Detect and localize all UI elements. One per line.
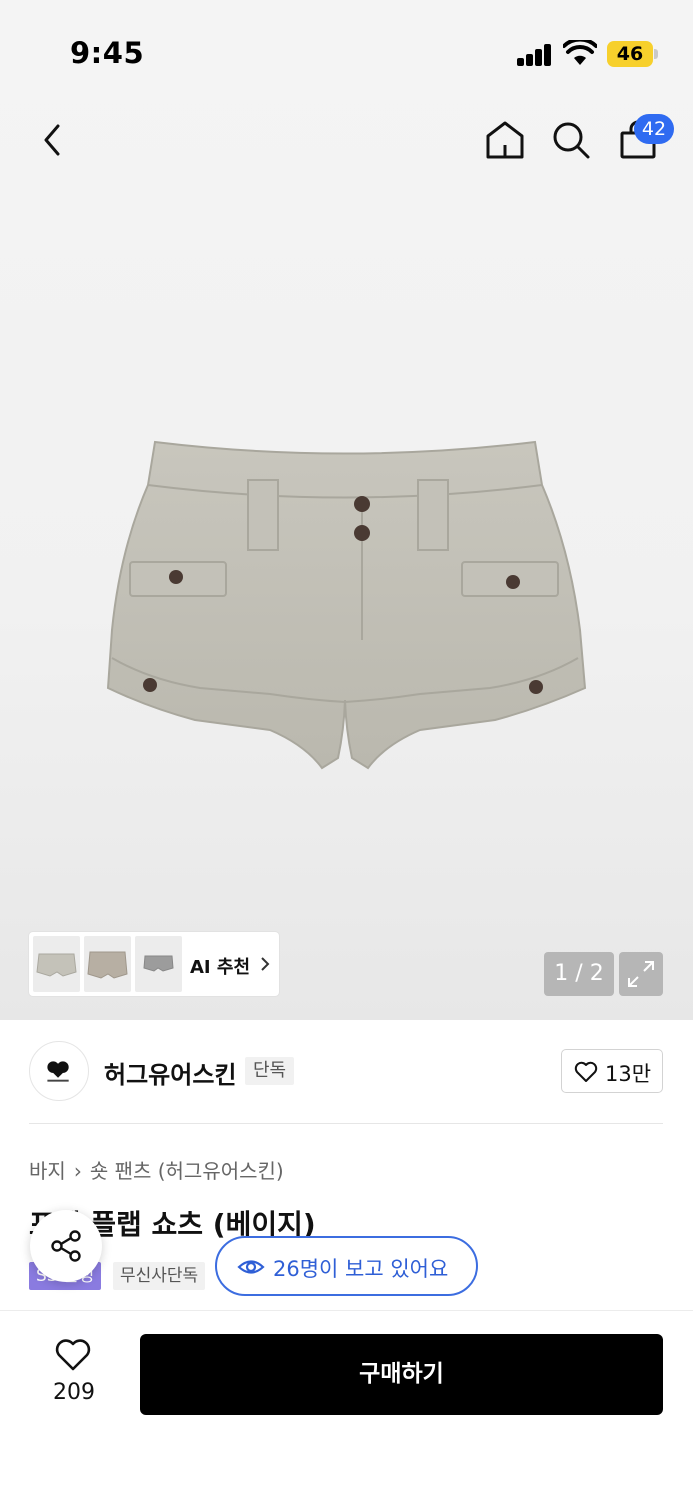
ai-recommend-label[interactable]: AI 추천 xyxy=(190,953,250,979)
search-icon[interactable] xyxy=(551,119,591,161)
expand-button[interactable] xyxy=(619,952,663,996)
signal-icon xyxy=(517,44,553,66)
battery-icon: 46 xyxy=(607,41,658,67)
home-icon[interactable] xyxy=(484,119,526,161)
breadcrumb-item[interactable]: 숏 팬츠 (허그유어스킨) xyxy=(90,1159,284,1183)
brand-like-count: 13만 xyxy=(605,1062,652,1086)
back-icon[interactable] xyxy=(36,120,70,160)
share-button[interactable] xyxy=(30,1210,102,1282)
battery-level: 46 xyxy=(607,41,653,67)
exclusive-tag: 단독 xyxy=(245,1057,295,1085)
divider xyxy=(0,1310,693,1311)
status-time: 9:45 xyxy=(70,36,145,70)
heart-icon xyxy=(574,1061,598,1082)
image-pager: 1 / 2 xyxy=(544,952,614,996)
thumbnail-3[interactable] xyxy=(135,936,182,992)
breadcrumb: 바지 › 숏 팬츠 (허그유어스킨) xyxy=(29,1155,284,1184)
chevron-right-icon xyxy=(261,957,270,971)
cart-count-badge: 42 xyxy=(634,114,674,144)
chevron-right-icon: › xyxy=(73,1159,82,1183)
brand-logo[interactable] xyxy=(29,1041,89,1101)
heart-icon xyxy=(55,1339,91,1371)
wishlist-count: 209 xyxy=(53,1380,95,1405)
exclusive-badge: 무신사단독 xyxy=(113,1262,206,1290)
wifi-icon xyxy=(563,40,597,65)
expand-icon xyxy=(628,961,654,987)
breadcrumb-item[interactable]: 바지 xyxy=(29,1159,66,1183)
brand-name[interactable]: 허그유어스킨 xyxy=(104,1055,236,1090)
thumbnail-strip: AI 추천 xyxy=(29,932,279,996)
share-icon xyxy=(51,1230,81,1262)
viewers-count-pill: 26명이 보고 있어요 xyxy=(215,1236,478,1296)
divider xyxy=(29,1123,663,1124)
wishlist-button[interactable]: 209 xyxy=(40,1336,108,1406)
thumbnail-2[interactable] xyxy=(84,936,131,992)
buy-button[interactable]: 구매하기 xyxy=(140,1334,663,1415)
viewers-text: 26명이 보고 있어요 xyxy=(273,1257,449,1281)
brand-like-button[interactable]: 13만 xyxy=(561,1049,663,1093)
thumbnail-1[interactable] xyxy=(33,936,80,992)
eye-icon xyxy=(237,1260,265,1274)
product-image[interactable] xyxy=(100,430,590,775)
